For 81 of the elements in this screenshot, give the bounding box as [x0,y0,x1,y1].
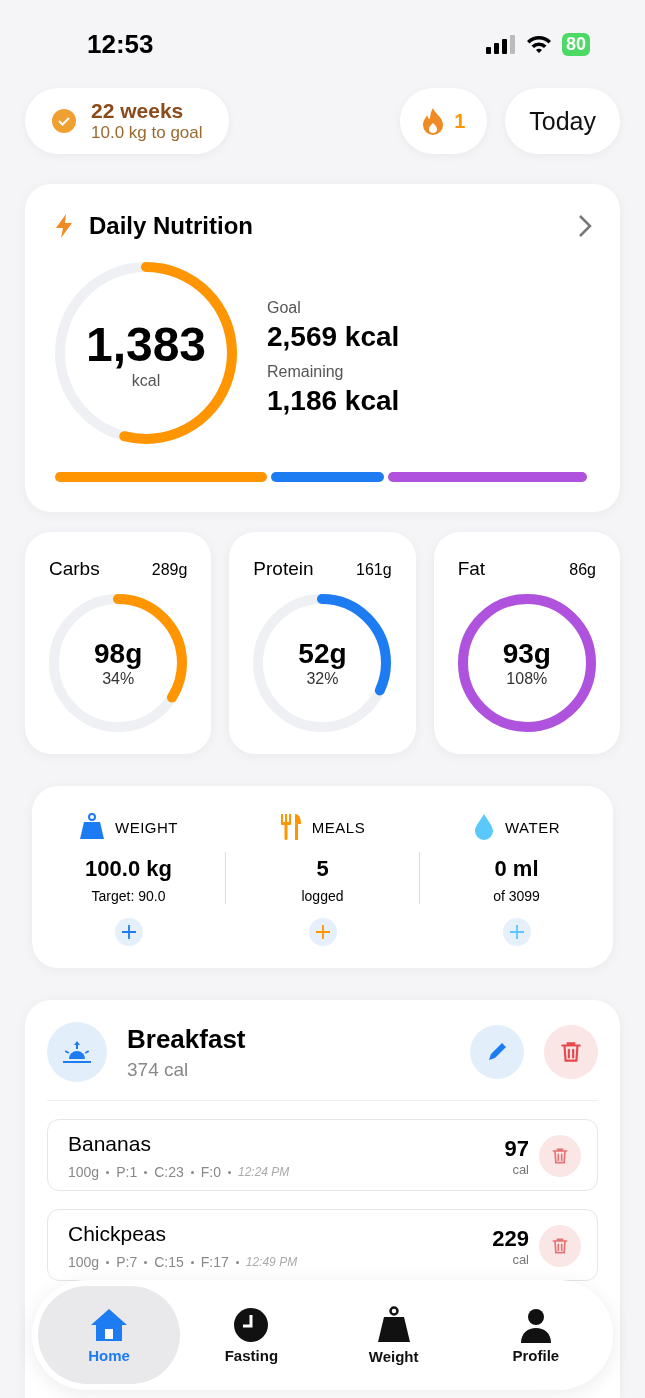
macro-value: 93g [502,638,551,670]
food-amount: 100g [68,1164,100,1180]
food-macro: C:23 [154,1164,184,1180]
tab[interactable]: Profile [464,1286,607,1384]
food-macro: F:17 [200,1254,229,1270]
macro-target: 289g [151,561,188,579]
weight-icon [79,813,105,841]
trash-icon [550,1146,570,1166]
plus-icon [120,924,137,940]
food-name: Bananas [68,1132,152,1156]
food-item[interactable]: Bananas 100g P:1 C:23 F:0 12:24 PM 97 cal [47,1119,598,1191]
remaining-label: Remaining [267,363,345,381]
check-circle-icon [51,108,77,134]
remaining-value: 1,186 kcal [267,385,400,417]
plus-icon [508,924,525,940]
stat-label: WATER [505,818,560,836]
weight-icon [375,1305,412,1344]
lightning-icon [55,213,73,239]
calories-unit: cal [512,1251,529,1267]
goal-pill[interactable]: 22 weeks 10.0 kg to goal [25,88,229,154]
goal-value: 2,569 kcal [267,321,400,353]
tab[interactable]: Fasting [180,1286,323,1384]
macro-name: Protein [253,558,314,580]
delete-food-button[interactable] [539,1225,581,1267]
macro-value: 52g [298,638,347,670]
person-icon [518,1306,553,1343]
calories-unit: cal [512,1161,529,1177]
macro-target: 86g [569,561,596,579]
edit-button[interactable] [470,1025,524,1079]
food-time: 12:24 PM [238,1165,290,1179]
add-button[interactable] [114,918,143,946]
meal-title: Breakfast [127,1023,247,1055]
macro-value: 98g [94,638,143,670]
flame-icon [422,107,445,135]
calories-consumed: 1,383 [85,316,207,372]
calories-unit: kcal [131,371,161,390]
battery-level: 80 [561,32,590,56]
macro-target: 161g [356,561,392,579]
water-drop-icon [473,813,495,841]
stat-subtext: of 3099 [493,888,540,904]
stat-value: 0 ml [494,856,539,882]
trash-icon [558,1039,584,1065]
signal-icon [485,34,516,54]
sunrise-icon [62,1039,92,1065]
food-calories: 229 [492,1225,529,1252]
stat-label: MEALS [311,818,366,836]
add-button[interactable] [308,918,337,946]
delete-meal-button[interactable] [544,1025,598,1079]
meal-calories: 374 cal [127,1058,190,1081]
stat-subtext: logged [301,888,344,904]
today-button[interactable]: Today [505,88,620,154]
macro-name: Carbs [49,558,100,580]
fork-knife-icon [279,813,302,841]
food-amount: 100g [68,1254,100,1270]
macro-percent: 34% [102,670,135,688]
plus-icon [314,924,331,940]
food-macro: P:7 [116,1254,138,1270]
delete-food-button[interactable] [539,1135,581,1177]
macro-percent: 108% [506,670,548,688]
food-macro: C:15 [154,1254,184,1270]
goal-remaining-text: 10.0 kg to goal [91,123,203,143]
clock-icon [233,1306,270,1343]
trash-icon [550,1236,570,1256]
macro-name: Fat [457,558,486,580]
card-title: Daily Nutrition [89,212,253,240]
food-macro: F:0 [200,1164,221,1180]
weeks-text: 22 weeks [91,99,185,123]
stat-subtext: Target: 90.0 [91,888,166,904]
food-macro: P:1 [116,1164,138,1180]
macro-percent: 32% [306,670,339,688]
tab[interactable]: Weight [322,1286,465,1384]
wifi-icon [525,34,552,54]
food-name: Chickpeas [68,1222,168,1246]
stat-label: WEIGHT [115,818,178,836]
status-time: 12:53 [87,28,154,60]
food-calories: 97 [504,1135,529,1162]
chevron-right-icon[interactable] [578,214,592,238]
stat-value: 5 [316,856,329,882]
goal-label: Goal [267,299,302,317]
stat-value: 100.0 kg [85,856,172,882]
food-time: 12:49 PM [245,1255,298,1269]
